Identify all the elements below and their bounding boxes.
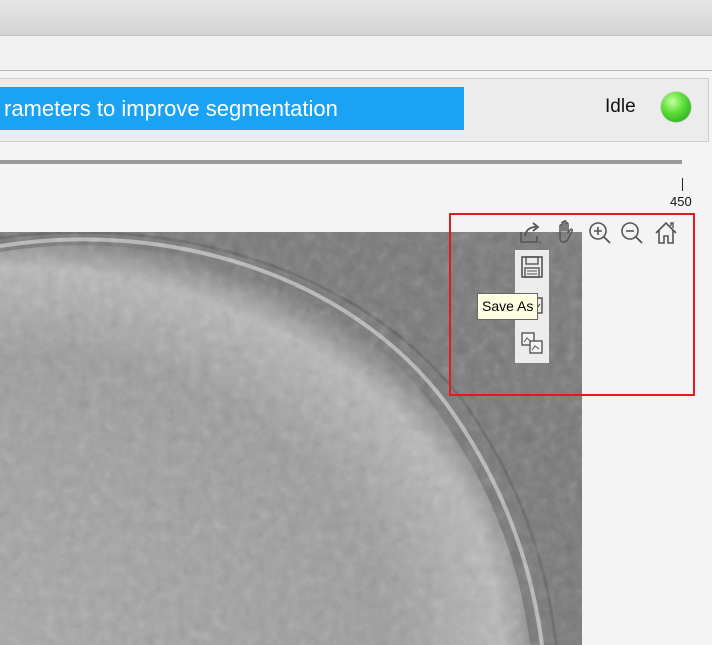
toolbar-strip (0, 36, 712, 71)
window-titlebar (0, 0, 712, 36)
axis-tick-label: 450 (670, 194, 692, 209)
axis-tick (682, 178, 683, 191)
status-lamp-icon (661, 92, 691, 122)
copy-vector-icon[interactable] (519, 330, 545, 356)
export-icon[interactable] (517, 220, 543, 246)
home-icon[interactable] (653, 220, 679, 246)
status-message: rameters to improve segmentation (0, 87, 464, 130)
panel-separator (0, 160, 682, 164)
zoom-in-icon[interactable] (587, 220, 613, 246)
save-as-tooltip: Save As (477, 293, 539, 320)
save-as-icon[interactable] (519, 254, 545, 280)
pan-hand-icon[interactable] (553, 219, 579, 245)
status-label: Idle (605, 96, 636, 117)
zoom-out-icon[interactable] (619, 220, 645, 246)
